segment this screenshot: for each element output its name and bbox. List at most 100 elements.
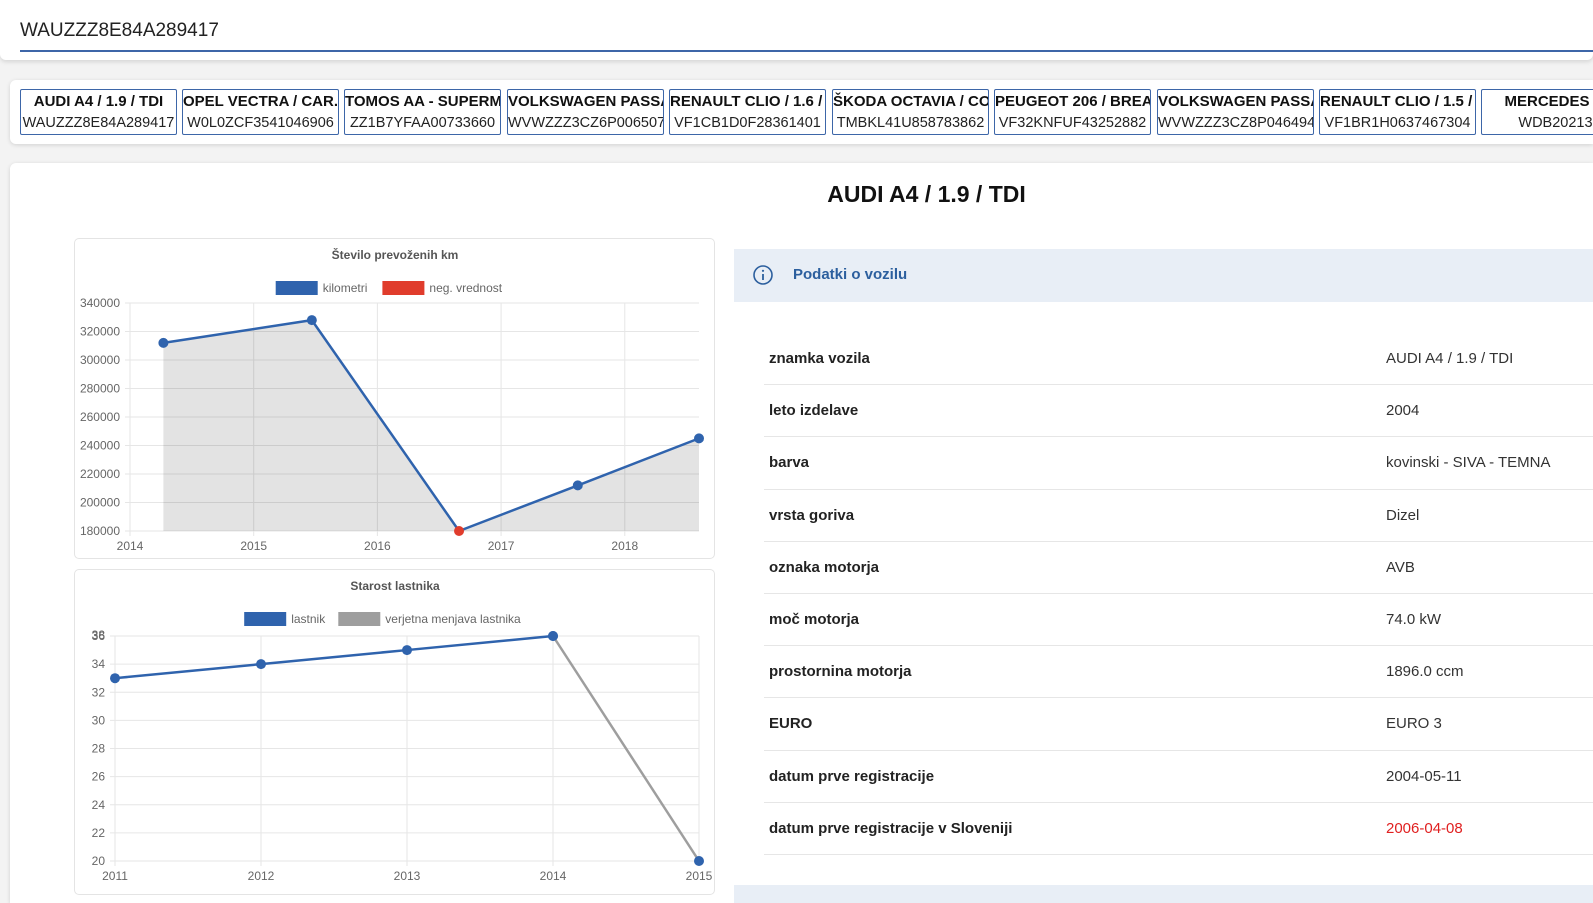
x-tick-label: 2012 xyxy=(248,869,275,883)
y-tick-label: 180000 xyxy=(80,524,120,538)
info-row: moč motorja 74.0 kW xyxy=(764,594,1593,647)
y-tick-label: 320000 xyxy=(80,325,120,339)
legend-label: neg. vrednost xyxy=(429,281,502,295)
info-row: vrsta goriva Dizel xyxy=(764,490,1593,542)
data-point xyxy=(572,480,583,491)
vehicle-tab-vin: WDB202133 xyxy=(1518,115,1593,131)
vehicle-tab[interactable]: OPEL VECTRA / CAR. 2 W0L0ZCF3541046906 xyxy=(182,89,339,135)
legend-swatch xyxy=(338,612,381,626)
x-tick-label: 2016 xyxy=(364,539,391,553)
y-tick-label: 340000 xyxy=(80,296,120,310)
x-tick-label: 2014 xyxy=(540,869,567,883)
data-point xyxy=(694,433,704,444)
info-label: barva xyxy=(769,454,810,472)
info-label: znamka vozila xyxy=(769,350,870,367)
info-label: leto izdelave xyxy=(769,402,859,420)
vehicle-tab[interactable]: RENAULT CLIO / 1.5 / I VF1BR1H0637467304 xyxy=(1319,89,1476,135)
data-point xyxy=(256,659,266,670)
vehicle-tab-name: OPEL VECTRA / CAR. 2 xyxy=(183,93,338,110)
info-value: AVB xyxy=(1386,558,1415,576)
x-tick-label: 2017 xyxy=(488,539,515,553)
info-circle-icon xyxy=(753,265,773,285)
y-tick-label: 30 xyxy=(92,713,106,727)
info-value: EURO 3 xyxy=(1386,715,1442,733)
x-tick-label: 2015 xyxy=(240,539,267,553)
y-tick-label: 32 xyxy=(92,685,106,699)
info-value: AUDI A4 / 1.9 / TDI xyxy=(1386,350,1514,367)
data-point xyxy=(548,631,558,641)
vehicle-tab-name: TOMOS AA - SUPERMO xyxy=(345,93,500,110)
vehicle-tab-vin: W0L0ZCF3541046906 xyxy=(187,115,334,131)
vehicle-tab-name: RENAULT CLIO / 1.6 / 1 xyxy=(670,93,825,110)
y-tick-label: 34 xyxy=(92,657,106,671)
vin-search-input[interactable] xyxy=(20,8,1593,52)
series-area-kilometri xyxy=(163,320,699,531)
legend-swatch xyxy=(244,612,287,626)
vehicle-tab-name: MERCEDES BE xyxy=(1504,93,1593,110)
mileage-chart: Število prevoženih km kilometri neg. vredn… xyxy=(74,238,715,559)
legend-label: lastnik xyxy=(291,612,326,626)
x-tick-label: 2014 xyxy=(117,539,144,553)
info-value: Dizel xyxy=(1386,506,1420,524)
info-label: EURO xyxy=(769,715,813,733)
vehicle-tab[interactable]: VOLKSWAGEN PASSAT WVWZZZ3CZ8P046494 xyxy=(1157,89,1314,135)
y-tick-label: 280000 xyxy=(80,382,120,396)
info-label: moč motorja xyxy=(769,610,860,628)
y-tick-label: 240000 xyxy=(80,439,120,453)
info-value: 2006-04-08 xyxy=(1386,819,1463,837)
vehicle-tab-name: VOLKSWAGEN PASSAT xyxy=(508,93,663,110)
legend-swatch xyxy=(382,281,425,295)
vehicle-tab-vin: VF32KNFUF43252882 xyxy=(998,115,1147,131)
y-tick-label: 220000 xyxy=(80,467,120,481)
x-tick-label: 2013 xyxy=(394,869,421,883)
info-value: 2004-05-11 xyxy=(1386,767,1462,785)
info-label: oznaka motorja xyxy=(769,558,880,576)
legend-swatch xyxy=(275,281,318,295)
info-row: EURO EURO 3 xyxy=(764,698,1593,751)
y-tick-label: 260000 xyxy=(80,410,120,424)
info-value: 74.0 kW xyxy=(1386,610,1442,628)
vehicle-tab[interactable]: RENAULT CLIO / 1.6 / 1 VF1CB1D0F28361401 xyxy=(669,89,826,135)
x-tick-label: 2015 xyxy=(686,869,713,883)
data-point xyxy=(402,645,412,656)
mileage-chart-svg: Število prevoženih km kilometri neg. vredn… xyxy=(80,247,704,553)
vehicle-info-table: znamka vozila AUDI A4 / 1.9 / TDI leto iz… xyxy=(764,333,1593,855)
next-section-header xyxy=(734,885,1593,903)
info-row: znamka vozila AUDI A4 / 1.9 / TDI xyxy=(764,333,1593,386)
y-tick-label: 22 xyxy=(92,826,106,840)
vehicle-tab[interactable]: PEUGEOT 206 / BREAK VF32KNFUF43252882 xyxy=(994,89,1151,135)
vehicle-tab-vin: WAUZZZ8E84A289417 xyxy=(22,115,175,131)
vehicle-tab[interactable]: ŠKODA OCTAVIA / CON TMBKL41U858783862 xyxy=(832,89,989,135)
vehicle-tab-vin: VF1CB1D0F28361401 xyxy=(674,115,821,131)
data-point xyxy=(158,337,169,348)
info-value: kovinski - SIVA - TEMNA xyxy=(1386,454,1551,472)
owner-age-chart: Starost lastnika lastnik verjetna menjava … xyxy=(74,569,715,895)
y-tick-label: 200000 xyxy=(80,496,120,510)
search-bar xyxy=(0,0,1593,60)
y-tick-label: 300000 xyxy=(80,353,120,367)
vehicle-tab-name: ŠKODA OCTAVIA / CON xyxy=(833,93,988,110)
info-row: oznaka motorja AVB xyxy=(764,542,1593,594)
y-tick-label: 38 xyxy=(92,628,106,642)
vehicle-title: AUDI A4 / 1.9 / TDI xyxy=(827,181,1026,207)
vehicle-tab-vin: WVWZZZ3CZ8P046494 xyxy=(1158,115,1313,131)
data-point xyxy=(306,315,317,326)
info-value: 1896.0 ccm xyxy=(1386,663,1464,681)
vehicle-tab[interactable]: MERCEDES BE WDB202133 xyxy=(1481,89,1593,135)
vehicle-info-header[interactable]: Podatki o vozilu xyxy=(734,249,1593,302)
vehicle-tab[interactable]: AUDI A4 / 1.9 / TDI WAUZZZ8E84A289417 xyxy=(20,89,177,135)
y-tick-label: 28 xyxy=(92,742,106,756)
x-tick-label: 2018 xyxy=(611,539,638,553)
vehicle-tab-vin: TMBKL41U858783862 xyxy=(836,115,985,131)
legend-label: kilometri xyxy=(323,281,368,295)
vehicle-tab[interactable]: TOMOS AA - SUPERMO ZZ1B7YFAA00733660 xyxy=(344,89,501,135)
vehicle-tab-name: AUDI A4 / 1.9 / TDI xyxy=(33,93,164,110)
vehicle-tab[interactable]: VOLKSWAGEN PASSAT WVWZZZ3CZ6P006507 xyxy=(507,89,664,135)
chart-title: Starost lastnika xyxy=(350,579,440,593)
vehicle-tab-name: PEUGEOT 206 / BREAK xyxy=(995,93,1150,110)
info-label: prostornina motorja xyxy=(769,663,912,681)
info-row: prostornina motorja 1896.0 ccm xyxy=(764,646,1593,699)
x-tick-label: 2011 xyxy=(102,869,128,883)
data-point xyxy=(110,673,120,684)
vehicle-tab-vin: ZZ1B7YFAA00733660 xyxy=(349,115,496,131)
